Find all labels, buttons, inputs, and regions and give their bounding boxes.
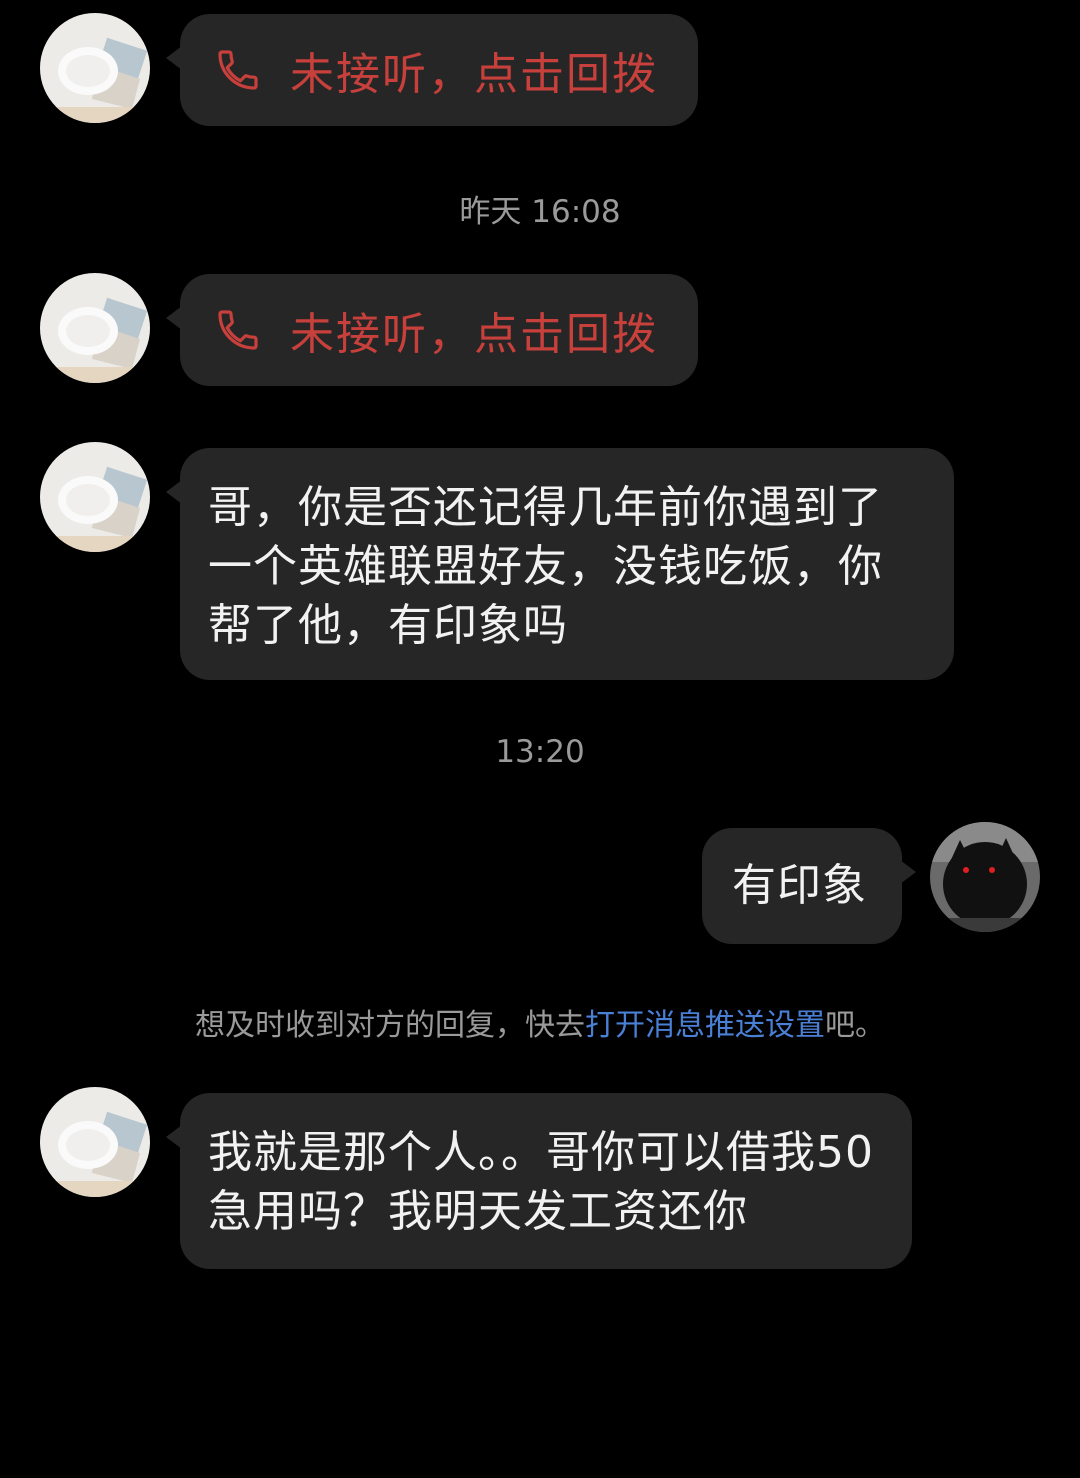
missed-call-text: 未接听，点击回拨 (290, 49, 658, 100)
contact-avatar[interactable] (40, 273, 150, 383)
push-settings-link[interactable]: 打开消息推送设置 (585, 1008, 825, 1043)
bubble-tail (166, 306, 182, 330)
push-notice: 想及时收到对方的回复，快去打开消息推送设置吧。 (0, 1000, 1080, 1044)
phone-icon (214, 46, 262, 94)
self-avatar[interactable] (930, 822, 1040, 932)
missed-call-bubble[interactable]: 未接听，点击回拨 (166, 274, 698, 386)
contact-avatar[interactable] (40, 13, 150, 123)
bubble-tail (900, 860, 916, 884)
notice-prefix: 想及时收到对方的回复，快去 (195, 1008, 585, 1043)
phone-icon (214, 306, 262, 354)
missed-call-text: 未接听，点击回拨 (290, 309, 658, 360)
message-text: 有印象 (732, 860, 867, 911)
message-text: 我就是那个人。。哥你可以借我50急用吗？我明天发工资还你 (208, 1127, 874, 1237)
timestamp: 13:20 (495, 734, 585, 770)
message-bubble-self[interactable]: 有印象 (702, 828, 916, 944)
bubble-tail (166, 480, 182, 504)
contact-avatar[interactable] (40, 1087, 150, 1197)
missed-call-bubble[interactable]: 未接听，点击回拨 (166, 14, 698, 126)
message-bubble[interactable]: 哥，你是否还记得几年前你遇到了一个英雄联盟好友，没钱吃饭，你帮了他，有印象吗 (166, 448, 954, 680)
contact-avatar[interactable] (40, 442, 150, 552)
message-bubble[interactable]: 我就是那个人。。哥你可以借我50急用吗？我明天发工资还你 (166, 1093, 912, 1269)
notice-suffix: 吧。 (825, 1008, 885, 1043)
message-text: 哥，你是否还记得几年前你遇到了一个英雄联盟好友，没钱吃饭，你帮了他，有印象吗 (208, 482, 883, 651)
bubble-tail (166, 1125, 182, 1149)
timestamp: 昨天 16:08 (459, 194, 621, 230)
bubble-tail (166, 46, 182, 70)
